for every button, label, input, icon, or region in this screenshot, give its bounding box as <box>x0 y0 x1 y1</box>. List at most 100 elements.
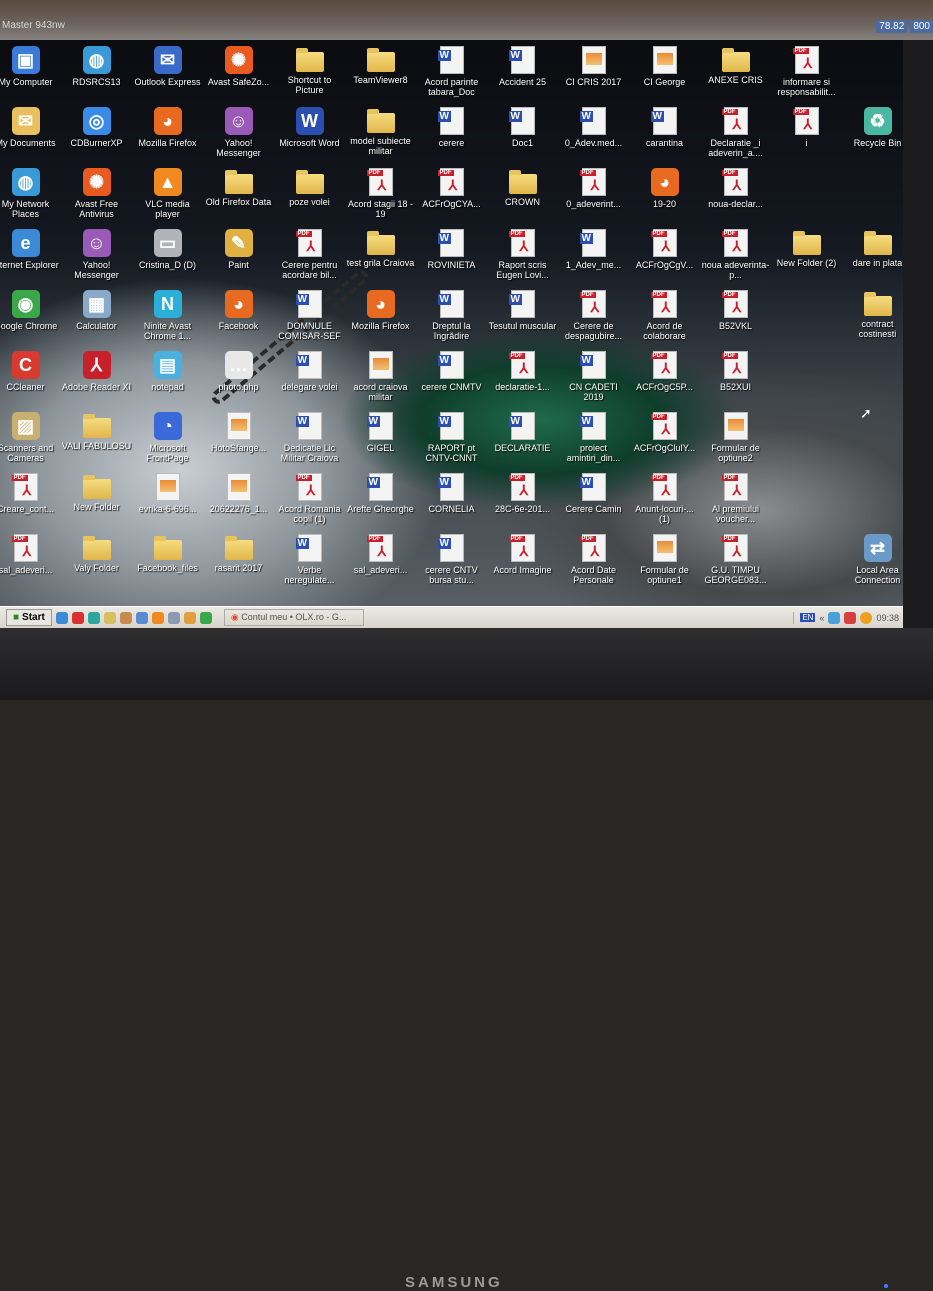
desktop-icon[interactable]: Facebook_files <box>132 534 203 595</box>
desktop-icon[interactable]: G.U. TIMPU GEORGE083... <box>700 534 771 595</box>
desktop-icon[interactable]: Creare_cont... <box>0 473 61 534</box>
desktop-icon[interactable]: ☺ Yahoo! Messenger <box>203 107 274 168</box>
desktop-icon[interactable]: ◍ My Network Places <box>0 168 61 229</box>
desktop-icon[interactable]: poze volei <box>274 168 345 229</box>
desktop-icon[interactable]: delegare volei <box>274 351 345 412</box>
desktop-icon[interactable]: 20622276_1... <box>203 473 274 534</box>
desktop-icon[interactable]: ◕ Mozilla Firefox <box>132 107 203 168</box>
tray-avast-icon[interactable] <box>860 611 873 624</box>
desktop-icon[interactable]: rasarit 2017 <box>203 534 274 595</box>
desktop-icon[interactable]: 0_adeverint... <box>558 168 629 229</box>
desktop-icon[interactable]: Shortcut to Picture <box>274 46 345 107</box>
desktop-icon[interactable]: DECLARATIE <box>487 412 558 473</box>
desktop-icon[interactable]: DOMNULE COMISAR-SEF <box>274 290 345 351</box>
desktop-icon[interactable]: RAPORT pt CNTV-CNNT <box>416 412 487 473</box>
desktop-icon[interactable]: VALI FABULOSU <box>61 412 132 473</box>
desktop-icon[interactable]: Acord parinte tabara_Doc <box>416 46 487 107</box>
desktop-icon[interactable]: ◕ Mozilla Firefox <box>345 290 416 351</box>
desktop-icon[interactable]: Old Firefox Data <box>203 168 274 229</box>
desktop-icon[interactable]: Acord stagii 18 - 19 <box>345 168 416 229</box>
desktop-icon[interactable]: sal_adeveri... <box>345 534 416 595</box>
desktop-icon[interactable]: e Internet Explorer <box>0 229 61 290</box>
desktop-icon[interactable]: ▦ Calculator <box>61 290 132 351</box>
desktop-icon[interactable]: N Ninite Avast Chrome 1... <box>132 290 203 351</box>
desktop-icon[interactable]: cerere CNMTV <box>416 351 487 412</box>
desktop-icon[interactable]: ♻ Recycle Bin <box>842 107 905 168</box>
desktop-icon[interactable]: ▲ VLC media player <box>132 168 203 229</box>
desktop-icon[interactable]: i <box>771 107 842 168</box>
desktop-icon[interactable]: ◕ Facebook <box>203 290 274 351</box>
desktop-icon[interactable]: Dedicatie Lic Militar Craiova <box>274 412 345 473</box>
desktop-icon[interactable]: ACFrOgCYA... <box>416 168 487 229</box>
desktop-icon[interactable]: Cerere de despagubire... <box>558 290 629 351</box>
desktop-icon[interactable]: ◍ RDSRCS13 <box>61 46 132 107</box>
quicklaunch-media-icon[interactable] <box>167 611 180 624</box>
tray-shield-icon[interactable] <box>844 611 857 624</box>
desktop-icon[interactable]: 28C-6e-201... <box>487 473 558 534</box>
desktop-icon[interactable]: Doc1 <box>487 107 558 168</box>
desktop-icon[interactable]: evrika-6-696... <box>132 473 203 534</box>
desktop-icon[interactable]: ▭ Cristina_D (D) <box>132 229 203 290</box>
desktop-icon[interactable]: ✺ Avast SafeZo... <box>203 46 274 107</box>
desktop-icon[interactable]: … photo.php <box>203 351 274 412</box>
desktop-icon[interactable]: TeamViewer8 <box>345 46 416 107</box>
desktop-icon[interactable]: ⇄ Local Area Connection <box>842 534 905 595</box>
desktop-icon[interactable]: HotoSfange... <box>203 412 274 473</box>
desktop-icon[interactable]: New Folder (2) <box>771 229 842 290</box>
quicklaunch-yahoo-icon[interactable] <box>183 611 196 624</box>
quicklaunch-chrome-icon[interactable] <box>199 611 212 624</box>
desktop-icon[interactable]: ✎ Paint <box>203 229 274 290</box>
desktop-icon[interactable]: Arefte Gheorghe <box>345 473 416 534</box>
desktop-icon[interactable]: New Folder <box>61 473 132 534</box>
desktop-icon[interactable]: CI George <box>629 46 700 107</box>
quicklaunch-app-icon[interactable] <box>87 611 100 624</box>
desktop-icon[interactable]: Al premiului voucher... <box>700 473 771 534</box>
desktop-icon[interactable]: 1_Adev_me... <box>558 229 629 290</box>
quicklaunch-star-icon[interactable] <box>71 611 84 624</box>
desktop-icon[interactable]: ✺ Avast Free Antivirus <box>61 168 132 229</box>
desktop-icon[interactable]: cerere CNTV bursa stu... <box>416 534 487 595</box>
desktop-icon[interactable]: Formular de optiune2 <box>700 412 771 473</box>
quicklaunch-ie-icon[interactable] <box>55 611 68 624</box>
desktop-icon[interactable]: Acord Romania copil (1) <box>274 473 345 534</box>
tray-network-icon[interactable] <box>828 611 841 624</box>
clock[interactable]: 09:38 <box>876 613 899 623</box>
desktop-icon[interactable]: CN CADETI 2019 <box>558 351 629 412</box>
start-button[interactable]: ■ Start <box>6 609 52 626</box>
desktop-icon[interactable]: ◕ 19-20 <box>629 168 700 229</box>
desktop-icon[interactable]: Declaratie _i adeverin_a.... <box>700 107 771 168</box>
desktop-icon[interactable]: model subiecte militar <box>345 107 416 168</box>
desktop-icon[interactable]: ◔ Microsoft FrontPage <box>132 412 203 473</box>
desktop-icon[interactable]: GIGEL <box>345 412 416 473</box>
desktop-icon[interactable]: ▤ notepad <box>132 351 203 412</box>
desktop-icon[interactable]: Formular de optiune1 <box>629 534 700 595</box>
desktop-icon[interactable]: Verbe neregulate... <box>274 534 345 595</box>
desktop-icon[interactable]: B52XUI <box>700 351 771 412</box>
desktop-icon[interactable]: declaratie-1... <box>487 351 558 412</box>
desktop-icon[interactable]: CORNELIA <box>416 473 487 534</box>
desktop-icon[interactable]: ⅄ Adobe Reader XI <box>61 351 132 412</box>
desktop-icon[interactable]: contract costinesti <box>842 290 905 351</box>
desktop-icon[interactable]: Dreptul la îngrădire <box>416 290 487 351</box>
language-indicator[interactable]: EN <box>800 613 816 622</box>
desktop-icon[interactable]: Acord Imagine <box>487 534 558 595</box>
desktop-icon[interactable]: ◎ CDBurnerXP <box>61 107 132 168</box>
desktop-icon[interactable]: Raport scris Eugen Lovi... <box>487 229 558 290</box>
desktop-icon[interactable]: C CCleaner <box>0 351 61 412</box>
desktop-icon[interactable]: ANEXE CRIS <box>700 46 771 107</box>
desktop-icon[interactable]: informare si responsabilit... <box>771 46 842 107</box>
desktop-icon[interactable]: W Microsoft Word <box>274 107 345 168</box>
desktop-icon[interactable]: Accident 25 <box>487 46 558 107</box>
desktop-icon[interactable]: Cerere pentru acordare bil... <box>274 229 345 290</box>
desktop-icon[interactable]: ▨ Scanners and Cameras <box>0 412 61 473</box>
desktop-icon[interactable]: Tesutul muscular <box>487 290 558 351</box>
quicklaunch-paint-icon[interactable] <box>103 611 116 624</box>
desktop-icon[interactable]: CI CRIS 2017 <box>558 46 629 107</box>
desktop-icon[interactable]: test grila Craiova <box>345 229 416 290</box>
desktop-icon[interactable]: Acord Date Personale <box>558 534 629 595</box>
desktop-icon[interactable]: ACFrOgCluIY... <box>629 412 700 473</box>
desktop-icon[interactable]: ✉ My Documents <box>0 107 61 168</box>
desktop-icon[interactable]: ▣ My Computer <box>0 46 61 107</box>
desktop-icon[interactable]: cerere <box>416 107 487 168</box>
quicklaunch-network-icon[interactable] <box>135 611 148 624</box>
